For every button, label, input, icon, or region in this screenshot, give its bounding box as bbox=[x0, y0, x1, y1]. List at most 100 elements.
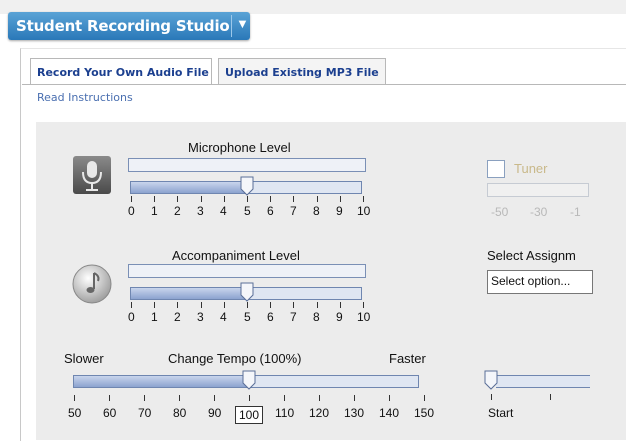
scale-label: 2 bbox=[174, 310, 181, 324]
tab-label: Record Your Own Audio File bbox=[37, 66, 209, 79]
scale-tick bbox=[154, 302, 155, 308]
microphone-level-label: Microphone Level bbox=[188, 140, 291, 155]
scale-tick bbox=[293, 302, 294, 308]
scale-label: 5 bbox=[244, 204, 251, 218]
tuner-scale-label: -30 bbox=[530, 205, 548, 219]
scale-tick bbox=[74, 395, 75, 401]
tempo-slider-thumb[interactable] bbox=[242, 370, 256, 390]
scale-tick bbox=[363, 302, 364, 308]
accompaniment-meter bbox=[128, 264, 366, 278]
scale-tick bbox=[201, 302, 202, 308]
position-slider[interactable] bbox=[496, 375, 590, 388]
tab-record-own-audio[interactable]: Record Your Own Audio File bbox=[30, 58, 212, 85]
tempo-current-value: 100 bbox=[235, 406, 264, 424]
scale-tick bbox=[340, 196, 341, 202]
scale-tick bbox=[154, 196, 155, 202]
scale-label: 140 bbox=[379, 406, 400, 420]
position-tick bbox=[550, 394, 551, 400]
scale-label: 110 bbox=[275, 406, 295, 420]
tempo-label: Change Tempo (100%) bbox=[168, 351, 302, 366]
scale-tick bbox=[131, 196, 132, 202]
scale-tick bbox=[317, 196, 318, 202]
scale-tick bbox=[144, 395, 145, 401]
scale-tick bbox=[389, 395, 390, 401]
select-assignment-label: Select Assignm bbox=[487, 248, 576, 263]
studio-title-menu[interactable]: Student Recording Studio ▼ bbox=[8, 12, 250, 40]
scale-label: 130 bbox=[344, 406, 365, 420]
scale-tick bbox=[270, 196, 271, 202]
scale-tick bbox=[109, 395, 110, 401]
tempo-slower-label: Slower bbox=[64, 351, 104, 366]
music-note-icon bbox=[70, 262, 114, 306]
scale-tick bbox=[177, 302, 178, 308]
scale-label: 6 bbox=[267, 310, 274, 324]
scale-tick bbox=[224, 196, 225, 202]
scale-label: 9 bbox=[336, 310, 343, 324]
read-instructions-link[interactable]: Read Instructions bbox=[37, 91, 133, 104]
scale-label: 3 bbox=[197, 204, 204, 218]
scale-tick bbox=[319, 395, 320, 401]
scale-tick bbox=[354, 395, 355, 401]
accompaniment-slider-fill bbox=[131, 288, 246, 299]
scale-label: 150 bbox=[414, 406, 435, 420]
scale-tick bbox=[249, 395, 250, 401]
microphone-slider-thumb[interactable] bbox=[240, 176, 254, 196]
scale-tick bbox=[247, 196, 248, 202]
scale-label: 50 bbox=[68, 406, 82, 420]
position-slider-thumb[interactable] bbox=[484, 370, 498, 390]
scale-label: 5 bbox=[244, 310, 251, 324]
scale-tick bbox=[131, 302, 132, 308]
scale-label: 0 bbox=[128, 204, 135, 218]
scale-tick bbox=[214, 395, 215, 401]
scale-tick bbox=[340, 302, 341, 308]
microphone-slider-fill bbox=[131, 182, 246, 193]
tuner-scale-label: -50 bbox=[491, 205, 509, 219]
scale-label: 10 bbox=[357, 310, 371, 324]
scale-label: 8 bbox=[313, 204, 320, 218]
tuner-label: Tuner bbox=[514, 161, 548, 176]
scale-label: 10 bbox=[357, 204, 371, 218]
scale-label: 4 bbox=[220, 310, 227, 324]
tempo-faster-label: Faster bbox=[389, 351, 426, 366]
scale-tick bbox=[201, 196, 202, 202]
scale-tick bbox=[293, 196, 294, 202]
scale-tick bbox=[424, 395, 425, 401]
scale-label: 80 bbox=[173, 406, 187, 420]
scale-label: 2 bbox=[174, 204, 181, 218]
tuner-checkbox[interactable] bbox=[487, 160, 505, 178]
scale-tick bbox=[177, 196, 178, 202]
scale-label: 4 bbox=[220, 204, 227, 218]
microphone-icon bbox=[72, 155, 112, 195]
accompaniment-level-label: Accompaniment Level bbox=[172, 248, 300, 263]
scale-label: 6 bbox=[267, 204, 274, 218]
scale-tick bbox=[363, 196, 364, 202]
assignment-select[interactable]: Select option... bbox=[487, 270, 593, 294]
scale-label: 3 bbox=[197, 310, 204, 324]
scale-label: 0 bbox=[128, 310, 135, 324]
scale-label: 120 bbox=[309, 406, 330, 420]
scale-label: 8 bbox=[313, 310, 320, 324]
scale-label: 70 bbox=[138, 406, 152, 420]
position-start-label: Start bbox=[488, 406, 514, 420]
scale-label: 1 bbox=[151, 204, 158, 218]
app-title: Student Recording Studio bbox=[16, 17, 230, 35]
scale-label: 7 bbox=[290, 204, 297, 218]
tab-strip-divider bbox=[22, 84, 626, 85]
tab-label: Upload Existing MP3 File bbox=[225, 66, 379, 79]
scale-tick bbox=[247, 302, 248, 308]
chevron-down-icon[interactable]: ▼ bbox=[236, 16, 249, 31]
tab-upload-mp3[interactable]: Upload Existing MP3 File bbox=[218, 58, 386, 85]
accompaniment-slider-thumb[interactable] bbox=[240, 282, 254, 302]
scale-label: 60 bbox=[103, 406, 117, 420]
scale-label: 1 bbox=[151, 310, 158, 324]
scale-tick bbox=[179, 395, 180, 401]
assignment-select-value: Select option... bbox=[491, 274, 571, 288]
tuner-meter bbox=[487, 183, 589, 197]
microphone-meter bbox=[128, 158, 366, 172]
title-divider bbox=[231, 15, 232, 37]
scale-label: 90 bbox=[208, 406, 222, 420]
scale-tick bbox=[284, 395, 285, 401]
scale-tick bbox=[317, 302, 318, 308]
scale-label: 7 bbox=[290, 310, 297, 324]
scale-tick bbox=[270, 302, 271, 308]
